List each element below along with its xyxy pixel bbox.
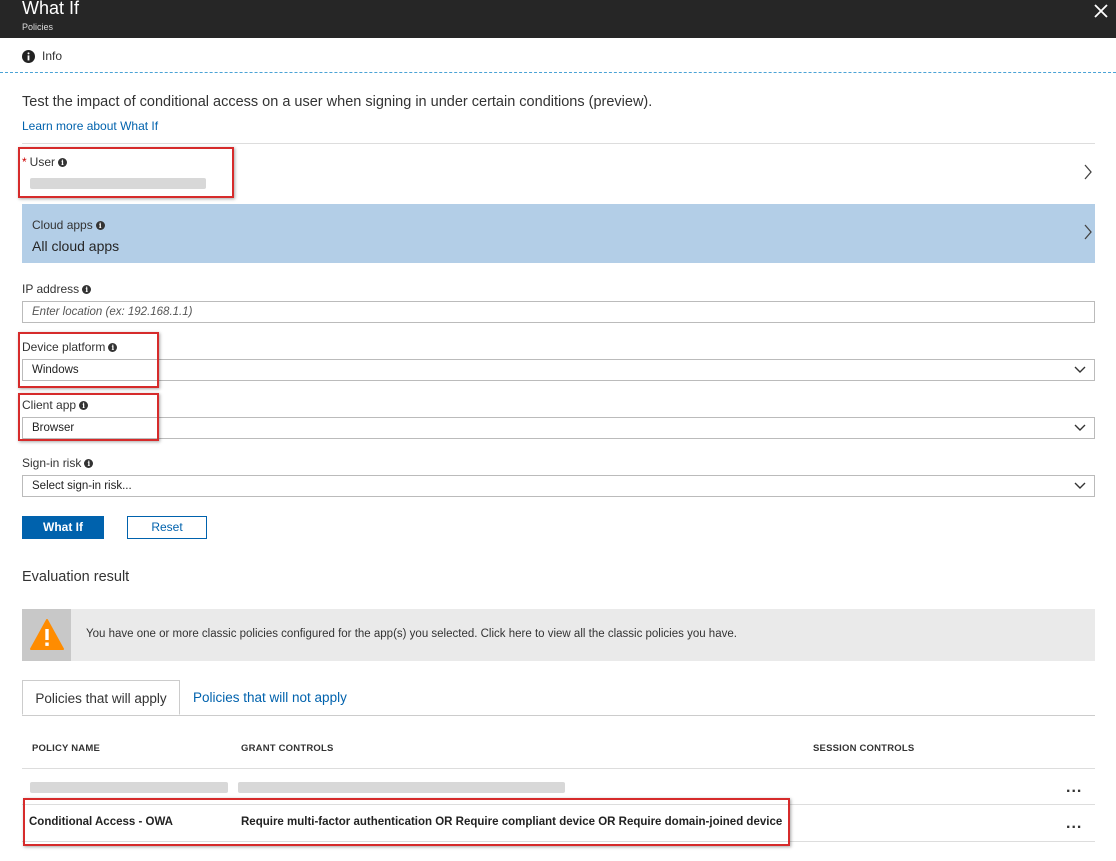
chevron-down-icon — [1074, 366, 1086, 373]
what-if-button[interactable]: What If — [22, 516, 104, 539]
info-icon[interactable] — [22, 50, 35, 63]
highlight-box — [23, 798, 790, 846]
policy-name-redacted — [30, 782, 228, 793]
column-header-grant-controls: GRANT CONTROLS — [241, 743, 334, 754]
info-icon: i — [82, 285, 92, 294]
chevron-right-icon[interactable] — [1083, 224, 1093, 240]
more-options-button[interactable]: ... — [1066, 779, 1082, 797]
highlight-box — [18, 147, 234, 198]
blade-title: What If — [22, 0, 80, 18]
sign-in-risk-value: Select sign-in risk... — [32, 480, 132, 492]
classic-policies-warning[interactable]: You have one or more classic policies co… — [22, 609, 1095, 661]
warning-icon — [30, 619, 64, 650]
tab-policies-will-apply[interactable]: Policies that will apply — [22, 680, 180, 715]
column-header-session-controls: SESSION CONTROLS — [813, 743, 915, 754]
blade-subtitle: Policies — [22, 22, 54, 32]
chevron-down-icon — [1074, 424, 1086, 431]
warning-icon-box — [22, 609, 71, 661]
cloud-apps-value: All cloud apps — [32, 238, 120, 254]
sign-in-risk-label: Sign-in risk — [22, 456, 82, 470]
ip-address-label: IP address — [22, 282, 80, 296]
chevron-right-icon[interactable] — [1083, 164, 1093, 180]
page-description: Test the impact of conditional access on… — [22, 94, 653, 110]
evaluation-result-heading: Evaluation result — [22, 569, 130, 585]
device-platform-dropdown[interactable]: Windows — [22, 359, 1095, 381]
chevron-down-icon — [1074, 482, 1086, 489]
result-tabs: Policies that will apply Policies that w… — [22, 680, 1095, 716]
ip-address-placeholder: Enter location (ex: 192.168.1.1) — [32, 306, 193, 318]
cloud-apps-label: Cloud apps — [32, 218, 93, 232]
client-app-dropdown[interactable]: Browser — [22, 417, 1095, 439]
column-header-policy-name: POLICY NAME — [32, 743, 101, 754]
info-icon: i — [95, 221, 105, 230]
ip-address-input[interactable]: Enter location (ex: 192.168.1.1) — [22, 301, 1095, 323]
more-options-button[interactable]: ... — [1066, 815, 1082, 833]
info-icon: i — [84, 459, 94, 468]
grant-controls-redacted — [238, 782, 565, 793]
command-bar: Info — [0, 38, 1116, 73]
info-button[interactable]: Info — [42, 49, 62, 63]
tab-policies-will-not-apply[interactable]: Policies that will not apply — [193, 680, 347, 715]
warning-message: You have one or more classic policies co… — [86, 628, 737, 640]
sign-in-risk-dropdown[interactable]: Select sign-in risk... — [22, 475, 1095, 497]
cloud-apps-selector[interactable]: Cloud apps i All cloud apps — [22, 204, 1095, 263]
blade-header: What If Policies — [0, 0, 1116, 38]
highlight-box — [18, 332, 159, 388]
learn-more-link[interactable]: Learn more about What If — [22, 119, 158, 133]
close-icon[interactable] — [1092, 2, 1110, 20]
reset-button[interactable]: Reset — [127, 516, 207, 539]
highlight-box — [18, 393, 159, 441]
